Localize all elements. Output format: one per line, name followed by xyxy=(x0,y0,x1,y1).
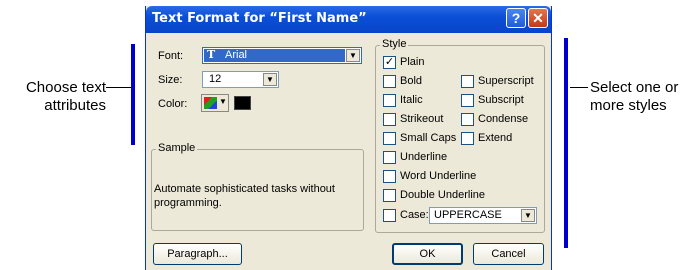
superscript-checkbox[interactable] xyxy=(461,75,474,88)
size-select[interactable]: 12 ▼ xyxy=(202,71,279,88)
word-underline-checkbox[interactable] xyxy=(383,170,396,183)
italic-checkbox[interactable] xyxy=(383,94,396,107)
chevron-down-icon[interactable]: ▼ xyxy=(521,209,535,222)
plain-label: Plain xyxy=(400,56,425,68)
dialog-title: Text Format for “First Name” xyxy=(152,11,367,26)
sample-title: Sample xyxy=(156,142,198,154)
underline-checkbox[interactable] xyxy=(383,151,396,164)
extend-checkbox[interactable] xyxy=(461,132,474,145)
truetype-font-icon: T xyxy=(207,48,216,61)
chevron-down-icon: ▼ xyxy=(219,97,227,106)
help-button[interactable]: ? xyxy=(506,8,526,28)
word-underline-label: Word Underline xyxy=(400,170,477,182)
color-label: Color: xyxy=(158,98,188,110)
sample-text: Automate sophisticated tasks without pro… xyxy=(154,183,335,209)
color-picker-button[interactable]: ▼ xyxy=(201,94,229,112)
size-value: 12 xyxy=(209,73,222,85)
bold-checkbox[interactable] xyxy=(383,75,396,88)
superscript-label: Superscript xyxy=(478,75,534,87)
font-label: Font: xyxy=(158,50,184,62)
italic-label: Italic xyxy=(400,94,423,106)
case-checkbox[interactable] xyxy=(383,209,396,222)
callout-select-styles: Select one or more styles xyxy=(590,79,695,115)
case-label: Case: xyxy=(400,209,429,221)
plain-checkbox[interactable]: ✓ xyxy=(383,56,396,69)
bold-label: Bold xyxy=(400,75,423,87)
chevron-down-icon[interactable]: ▼ xyxy=(346,49,360,62)
close-button[interactable]: ✕ xyxy=(528,8,548,28)
case-value: UPPERCASE xyxy=(434,209,502,221)
callout-right-line1: Select one or xyxy=(590,79,679,96)
callout-right-leader xyxy=(570,87,588,88)
style-title: Style xyxy=(380,38,409,50)
callout-choose-text-attributes: Choose text attributes xyxy=(4,79,106,115)
strikeout-label: Strikeout xyxy=(400,113,444,125)
extend-label: Extend xyxy=(478,132,513,144)
font-value: Arial xyxy=(225,49,248,61)
condense-checkbox[interactable] xyxy=(461,113,474,126)
size-label: Size: xyxy=(158,74,183,86)
strikeout-checkbox[interactable] xyxy=(383,113,396,126)
font-select[interactable]: T Arial ▼ xyxy=(202,47,362,64)
paragraph-button[interactable]: Paragraph... xyxy=(153,243,242,265)
cancel-button[interactable]: Cancel xyxy=(473,243,544,265)
subscript-checkbox[interactable] xyxy=(461,94,474,107)
underline-label: Underline xyxy=(400,151,448,163)
callout-left-line1: Choose text xyxy=(25,79,106,96)
small-caps-checkbox[interactable] xyxy=(383,132,396,145)
callout-left-leader xyxy=(106,87,131,88)
title-bar[interactable]: Text Format for “First Name” ? ✕ xyxy=(146,6,551,33)
right-highlight-bar xyxy=(564,38,568,248)
palette-icon xyxy=(204,97,217,109)
left-highlight-bar xyxy=(131,44,135,145)
ok-button[interactable]: OK xyxy=(392,243,463,265)
callout-right-line2: more styles xyxy=(590,97,667,114)
chevron-down-icon[interactable]: ▼ xyxy=(263,73,277,86)
small-caps-label: Small Caps xyxy=(400,132,457,144)
double-underline-label: Double Underline xyxy=(400,189,485,201)
condense-label: Condense xyxy=(478,113,529,125)
color-swatch[interactable] xyxy=(234,96,251,110)
callout-left-line2: attributes xyxy=(44,97,106,114)
subscript-label: Subscript xyxy=(478,94,524,106)
case-select[interactable]: UPPERCASE ▼ xyxy=(429,207,537,224)
double-underline-checkbox[interactable] xyxy=(383,189,396,202)
